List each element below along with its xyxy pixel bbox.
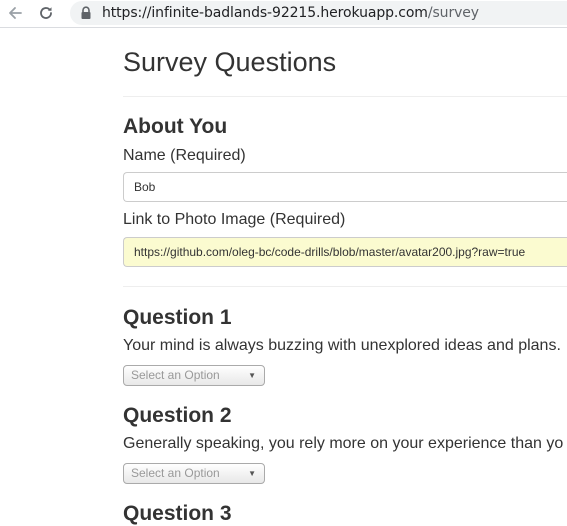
url-text: https://infinite-badlands-92215.herokuap… bbox=[102, 5, 479, 21]
page-title: Survey Questions bbox=[123, 47, 337, 77]
question-1-select-value: Select an Option bbox=[131, 368, 220, 382]
address-bar[interactable]: https://infinite-badlands-92215.herokuap… bbox=[70, 1, 567, 25]
about-heading: About You bbox=[123, 115, 228, 138]
dropdown-arrow-icon: ▼ bbox=[248, 469, 256, 478]
question-2-heading: Question 2 bbox=[123, 404, 232, 427]
photo-link-input[interactable] bbox=[123, 237, 567, 267]
question-2-select-value: Select an Option bbox=[131, 466, 220, 480]
reload-icon bbox=[40, 7, 52, 19]
name-label: Name (Required) bbox=[123, 147, 246, 164]
about-divider bbox=[123, 286, 567, 287]
back-button[interactable] bbox=[4, 2, 26, 24]
question-2-text: Generally speaking, you rely more on you… bbox=[123, 435, 564, 452]
question-1-select[interactable]: Select an Option ▼ bbox=[123, 365, 265, 386]
url-path: /survey bbox=[427, 5, 479, 21]
browser-toolbar: https://infinite-badlands-92215.herokuap… bbox=[0, 0, 567, 28]
question-3-heading: Question 3 bbox=[123, 502, 232, 525]
lock-icon bbox=[81, 6, 91, 19]
photo-label: Link to Photo Image (Required) bbox=[123, 211, 346, 228]
name-input[interactable] bbox=[123, 172, 567, 202]
url-domain: https://infinite-badlands-92215.herokuap… bbox=[102, 5, 428, 21]
question-2-select[interactable]: Select an Option ▼ bbox=[123, 463, 265, 484]
reload-button[interactable] bbox=[35, 2, 57, 24]
dropdown-arrow-icon: ▼ bbox=[248, 371, 256, 380]
question-1-text: Your mind is always buzzing with unexplo… bbox=[123, 337, 561, 354]
back-arrow-icon bbox=[9, 7, 22, 19]
question-1-heading: Question 1 bbox=[123, 306, 232, 329]
title-divider bbox=[123, 96, 567, 97]
